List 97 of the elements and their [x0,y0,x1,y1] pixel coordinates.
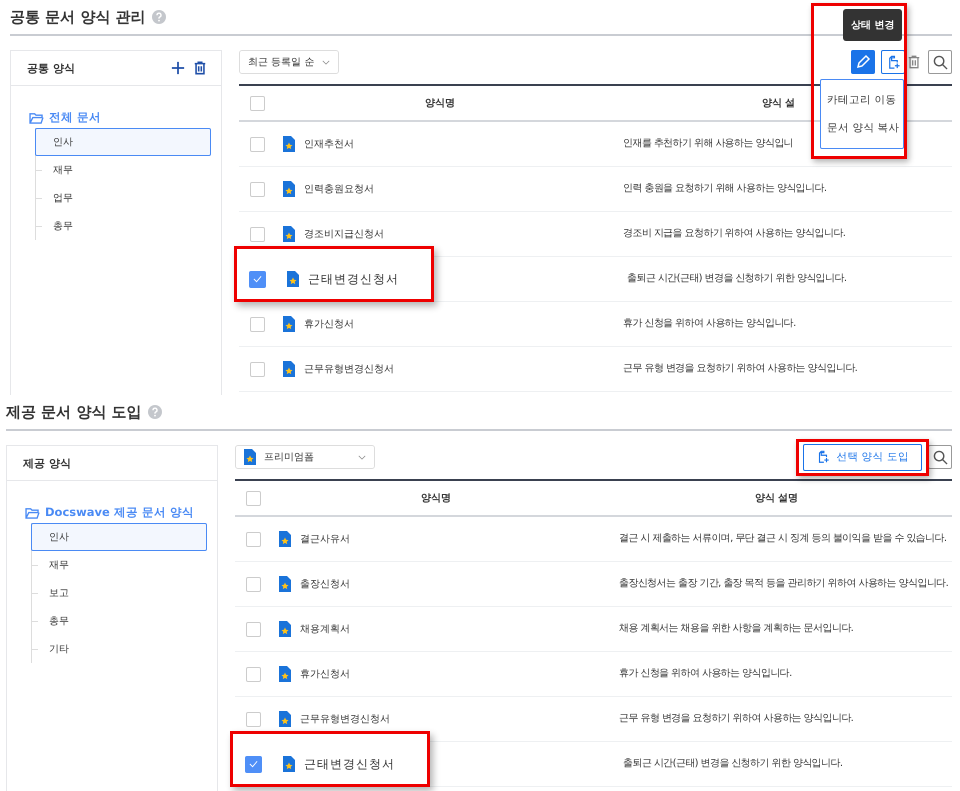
document-icon [283,361,295,377]
check-icon [248,760,258,768]
document-icon [279,711,291,727]
table-row[interactable]: 결근사유서 결근 시 제출하는 서류이며, 무단 결근 시 징계 등의 불이익을 받을 수 있습니다. [235,517,952,562]
add-icon[interactable] [171,61,185,75]
table-row[interactable]: 인력충원요청서 인력 충원을 요청하기 위해 사용하는 양식입니다. [239,167,952,212]
category-item[interactable]: 인사 [31,523,207,551]
form-name[interactable]: 인력충원요청서 [304,182,374,196]
document-icon [283,181,295,197]
trash-icon[interactable] [193,61,207,75]
document-icon [244,449,256,465]
form-description: 근무 유형 변경을 요청하기 위하여 사용하는 양식입니다. [619,712,854,726]
chevron-down-icon [322,60,330,64]
search-button[interactable] [928,445,952,469]
trash-icon [907,55,921,69]
form-name[interactable]: 채용계획서 [300,622,350,636]
category-item[interactable]: 보고 [38,579,207,607]
document-icon [279,666,291,682]
section-title: 제공 문서 양식 도입 [6,402,142,422]
filter-dropdown[interactable]: 최근 등록일 순 [239,50,340,74]
column-header: 양식 설명 [754,492,798,505]
check-icon [252,275,262,283]
category-item[interactable]: 재무 [38,551,207,579]
search-icon [932,450,948,464]
row-checkbox[interactable] [246,576,260,592]
import-button[interactable]: 선택 양식 도입 [803,444,922,470]
row-checkbox[interactable] [246,666,260,682]
row-checkbox[interactable] [246,532,260,546]
form-description: 휴가 신청을 위하여 사용하는 양식입니다. [623,317,797,331]
row-checkbox[interactable] [250,182,264,196]
form-name[interactable]: 근무유형변경신청서 [300,712,390,726]
form-description: 출퇴근 시간(근태) 변경을 신청하기 위한 양식입니다. [623,757,844,771]
row-checkbox[interactable] [250,316,264,332]
form-description: 결근 시 제출하는 서류이며, 무단 결근 시 징계 등의 불이익을 받을 수 있습니다. [619,532,948,546]
copy-add-icon [816,450,830,464]
panel-title: 제공 양식 [23,456,71,470]
category-item[interactable]: 기타 [38,635,207,663]
form-name[interactable]: 근태변경신청서 [304,756,395,772]
document-icon [283,226,295,242]
folder-icon [25,506,40,518]
form-name[interactable]: 인재추천서 [304,137,354,151]
folder-icon [29,112,44,124]
edit-button[interactable] [851,50,875,74]
document-icon [283,136,295,152]
row-checkbox[interactable] [250,136,264,152]
form-name[interactable]: 결근사유서 [300,532,350,546]
select-all-checkbox[interactable] [250,96,264,110]
document-icon [283,756,295,772]
column-header: 양식 설 [762,97,796,110]
form-description: 인재를 추천하기 위해 사용하는 양식입니 [623,137,794,151]
tooltip: 상태 변경 [843,9,902,41]
help-icon[interactable] [152,10,166,24]
form-name[interactable]: 근무유형변경신청서 [304,362,394,376]
column-header: 양식명 [421,492,451,505]
form-name[interactable]: 출장신청서 [300,577,350,591]
panel-title: 공통 양식 [27,60,75,76]
chevron-down-icon [358,454,366,460]
form-description: 출퇴근 시간(근태) 변경을 신청하기 위한 양식입니다. [627,272,848,286]
row-checkbox[interactable] [246,712,260,726]
search-button[interactable] [928,50,952,74]
pencil-icon [855,54,871,70]
category-item[interactable]: 업무 [42,184,211,212]
form-description: 휴가 신청을 위하여 사용하는 양식입니다. [619,667,793,681]
form-description: 근무 유형 변경을 요청하기 위하여 사용하는 양식입니다. [623,362,858,376]
document-icon [279,576,291,592]
row-checkbox[interactable] [250,362,264,376]
table-row[interactable]: 출장신청서 출장신청서는 출장 기간, 출장 목적 등을 관리하기 위하여 사용하는 양식입니다. [235,562,952,607]
copy-button[interactable] [881,50,905,74]
form-name[interactable]: 휴가신청서 [304,317,354,331]
form-description: 경조비 지급을 요청하기 위하여 사용하는 양식입니다. [623,227,846,241]
form-name[interactable]: 근태변경신청서 [308,270,399,288]
form-description: 채용 계획서는 채용을 위한 사항을 계획하는 문서입니다. [619,622,854,636]
menu-item[interactable]: 카테고리 이동 [821,86,903,114]
document-icon [287,271,299,287]
table-row[interactable]: 휴가신청서 휴가 신청을 위하여 사용하는 양식입니다. [239,302,952,347]
category-item[interactable]: 총무 [42,212,211,240]
select-all-checkbox[interactable] [246,490,260,506]
filter-dropdown[interactable]: 프리미엄폼 [235,445,375,469]
row-checkbox[interactable] [246,622,260,636]
row-checkbox[interactable] [250,226,264,242]
table-row[interactable]: 근무유형변경신청서 근무 유형 변경을 요청하기 위하여 사용하는 양식입니다. [239,347,952,392]
category-item[interactable]: 총무 [38,607,207,635]
document-icon [279,621,291,637]
search-icon [932,54,948,70]
table-row[interactable]: 채용계획서 채용 계획서는 채용을 위한 사항을 계획하는 문서입니다. [235,607,952,652]
form-name[interactable]: 휴가신청서 [300,667,350,681]
column-header: 양식명 [425,97,455,110]
document-icon [279,531,291,547]
category-item[interactable]: 재무 [42,156,211,184]
table-row[interactable]: 휴가신청서 휴가 신청을 위하여 사용하는 양식입니다. [235,652,952,697]
category-item[interactable]: 인사 [35,128,211,156]
form-description: 출장신청서는 출장 기간, 출장 목적 등을 관리하기 위하여 사용하는 양식입니다. [619,577,950,591]
document-icon [283,316,295,332]
form-description: 인력 충원을 요청하기 위해 사용하는 양식입니다. [623,182,828,196]
form-name[interactable]: 경조비지급신청서 [304,227,384,241]
section-title: 공통 문서 양식 관리 [10,8,146,26]
help-icon[interactable] [148,405,162,419]
